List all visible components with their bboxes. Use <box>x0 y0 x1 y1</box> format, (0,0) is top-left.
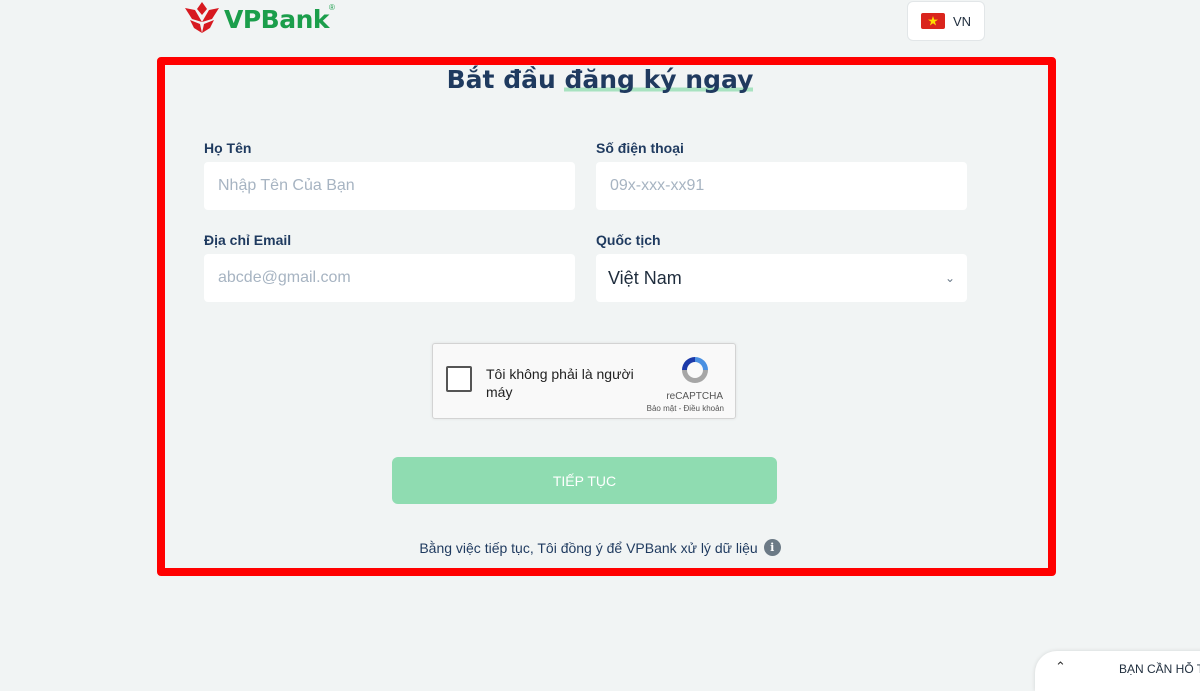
nationality-select[interactable]: Việt Nam ⌄ <box>596 254 967 302</box>
language-selector[interactable]: VN <box>907 1 985 41</box>
nationality-value: Việt Nam <box>608 267 682 288</box>
email-field[interactable] <box>204 254 575 302</box>
language-code: VN <box>952 13 972 29</box>
email-input[interactable] <box>216 268 563 288</box>
support-widget[interactable]: ⌃ BẠN CẦN HỖ T <box>1035 651 1200 691</box>
vietnam-flag-icon <box>920 13 945 29</box>
nationality-label: Quốc tịch <box>596 232 661 248</box>
recaptcha-logo-icon <box>682 357 708 383</box>
title-highlight-text: đăng ký ngay <box>564 65 754 94</box>
name-input[interactable] <box>216 176 563 196</box>
consent-note: Bằng việc tiếp tục, Tôi đồng ý để VPBank… <box>0 539 1200 556</box>
vpbank-logo-icon <box>185 2 219 33</box>
support-label: BẠN CẦN HỖ T <box>1119 662 1200 676</box>
title-text: Bắt đầu <box>446 65 565 94</box>
chevron-up-icon[interactable]: ⌃ <box>1055 659 1066 675</box>
email-label: Địa chỉ Email <box>204 232 292 248</box>
recaptcha-widget: Tôi không phải là người máy reCAPTCHA Bả… <box>432 343 736 419</box>
recaptcha-brand: reCAPTCHA <box>666 391 723 402</box>
registered-mark: ® <box>329 2 335 12</box>
chevron-down-icon: ⌄ <box>944 271 955 285</box>
name-field[interactable] <box>204 162 575 210</box>
name-label: Họ Tên <box>204 140 252 156</box>
form-title: Bắt đầu đăng ký ngay <box>0 65 1200 94</box>
phone-label: Số điện thoại <box>596 140 684 156</box>
vpbank-logo[interactable]: VPBank ® <box>183 0 335 34</box>
consent-text: Bằng việc tiếp tục, Tôi đồng ý để VPBank… <box>419 539 758 556</box>
brand-name: VPBank <box>224 4 330 34</box>
phone-input[interactable] <box>608 176 955 196</box>
recaptcha-checkbox[interactable] <box>446 366 472 392</box>
phone-field[interactable] <box>596 162 967 210</box>
continue-button[interactable]: TIẾP TỤC <box>392 457 777 504</box>
info-icon[interactable]: i <box>763 539 781 556</box>
recaptcha-links[interactable]: Bảo mật - Điều khoản <box>647 404 724 413</box>
recaptcha-label: Tôi không phải là người máy <box>486 366 634 400</box>
